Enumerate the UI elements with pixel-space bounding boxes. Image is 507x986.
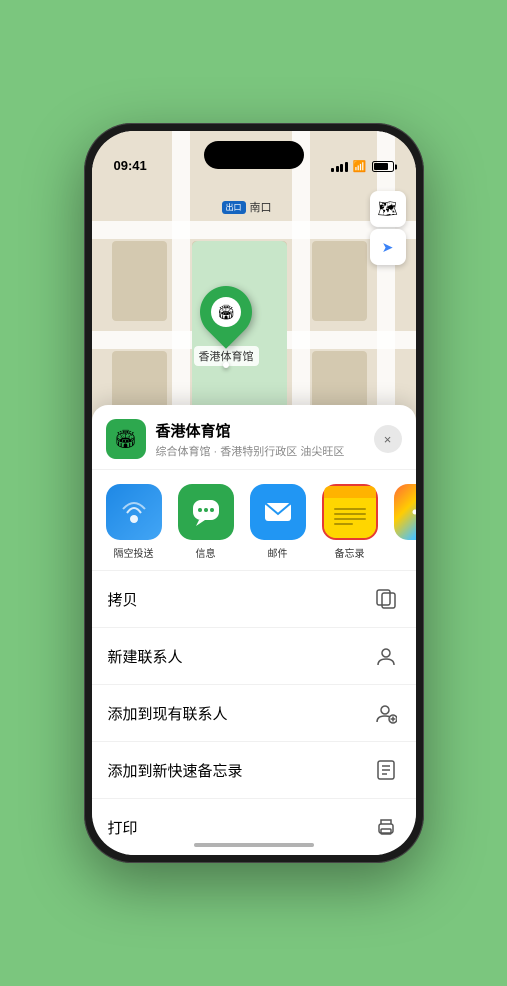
messages-icon xyxy=(191,498,221,526)
entrance-label-area: 出口 南口 xyxy=(222,199,272,215)
mail-icon-wrapper[interactable] xyxy=(250,484,306,540)
status-time: 09:41 xyxy=(114,158,147,175)
bottom-sheet: 🏟 香港体育馆 综合体育馆 · 香港特别行政区 油尖旺区 × xyxy=(92,405,416,855)
venue-name: 香港体育馆 xyxy=(156,420,374,441)
mail-icon xyxy=(263,500,293,524)
location-icon: ➤ xyxy=(382,239,394,256)
dynamic-island xyxy=(204,141,304,169)
map-type-button[interactable]: 🗺 xyxy=(370,191,406,227)
map-controls[interactable]: 🗺 ➤ xyxy=(370,191,406,265)
notes-icon xyxy=(324,486,376,538)
add-notes-icon xyxy=(372,756,400,784)
share-icons-row: 隔空投送 信息 xyxy=(92,470,416,570)
home-indicator xyxy=(194,843,314,847)
close-button[interactable]: × xyxy=(374,425,402,453)
pin-dot xyxy=(223,362,229,368)
messages-label: 信息 xyxy=(196,545,216,560)
airdrop-icon-wrapper[interactable] xyxy=(106,484,162,540)
entrance-text: 南口 xyxy=(250,199,272,215)
airdrop-icon xyxy=(119,497,149,527)
notes-top-bar xyxy=(324,486,376,498)
action-list: 拷贝 新建联系人 xyxy=(92,570,416,855)
notes-label: 备忘录 xyxy=(335,545,365,560)
share-item-messages[interactable]: 信息 xyxy=(174,484,238,560)
more-icon-wrapper[interactable] xyxy=(394,484,416,540)
battery-icon xyxy=(372,161,394,172)
notes-line-2 xyxy=(334,513,366,515)
share-item-mail[interactable]: 邮件 xyxy=(246,484,310,560)
marker-icon: 🏟 xyxy=(211,297,241,327)
share-item-more[interactable]: 提 xyxy=(390,484,416,560)
venue-info: 香港体育馆 综合体育馆 · 香港特别行政区 油尖旺区 xyxy=(156,420,374,459)
venue-icon-image: 🏟 xyxy=(114,429,137,450)
add-notes-label: 添加到新快速备忘录 xyxy=(108,760,243,781)
status-icons: 📶 xyxy=(331,160,393,175)
action-new-contact[interactable]: 新建联系人 xyxy=(92,628,416,685)
airdrop-label: 隔空投送 xyxy=(114,545,154,560)
add-contact-label: 添加到现有联系人 xyxy=(108,703,228,724)
copy-icon xyxy=(372,585,400,613)
messages-icon-wrapper[interactable] xyxy=(178,484,234,540)
mail-label: 邮件 xyxy=(268,545,288,560)
wifi-icon: 📶 xyxy=(353,160,367,173)
venue-marker: 🏟 香港体育馆 xyxy=(194,286,259,366)
entrance-badge: 出口 xyxy=(222,201,246,214)
phone-screen: 09:41 📶 xyxy=(92,131,416,855)
add-contact-icon xyxy=(372,699,400,727)
more-dots-icon xyxy=(411,501,416,523)
action-add-contact[interactable]: 添加到现有联系人 xyxy=(92,685,416,742)
copy-label: 拷贝 xyxy=(108,589,138,610)
phone-frame: 09:41 📶 xyxy=(84,123,424,863)
share-item-airdrop[interactable]: 隔空投送 xyxy=(102,484,166,560)
action-copy[interactable]: 拷贝 xyxy=(92,571,416,628)
new-contact-label: 新建联系人 xyxy=(108,646,183,667)
signal-icon xyxy=(331,162,348,172)
venue-description: 综合体育馆 · 香港特别行政区 油尖旺区 xyxy=(156,443,374,459)
print-label: 打印 xyxy=(108,817,138,838)
marker-pin: 🏟 xyxy=(189,275,263,349)
location-button[interactable]: ➤ xyxy=(370,229,406,265)
map-type-icon: 🗺 xyxy=(377,199,397,219)
notes-lines xyxy=(334,508,366,528)
notes-line-1 xyxy=(334,508,366,510)
notes-line-3 xyxy=(334,518,366,520)
venue-icon: 🏟 xyxy=(106,419,146,459)
sheet-header: 🏟 香港体育馆 综合体育馆 · 香港特别行政区 油尖旺区 × xyxy=(92,405,416,470)
action-add-notes[interactable]: 添加到新快速备忘录 xyxy=(92,742,416,799)
notes-line-4 xyxy=(334,523,353,525)
new-contact-icon xyxy=(372,642,400,670)
print-icon xyxy=(372,813,400,841)
notes-icon-wrapper[interactable] xyxy=(322,484,378,540)
share-item-notes[interactable]: 备忘录 xyxy=(318,484,382,560)
